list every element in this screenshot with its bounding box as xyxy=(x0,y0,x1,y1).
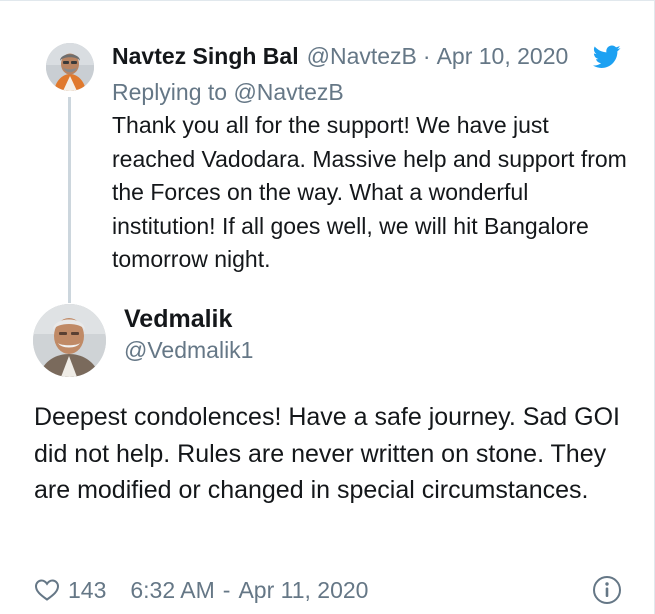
thread-connector-line xyxy=(68,97,71,303)
parent-tweet-text: Thank you all for the support! We have j… xyxy=(112,112,627,272)
user-avatar-photo xyxy=(33,304,106,377)
replying-to-label[interactable]: Replying to @NavtezB xyxy=(112,77,632,107)
main-avatar[interactable] xyxy=(33,304,106,377)
parent-tweet-header: Navtez Singh Bal @NavtezB · Apr 10, 2020 xyxy=(112,41,632,71)
timestamp-separator: - xyxy=(222,576,231,603)
main-tweet-text: Deepest condolences! Have a safe journey… xyxy=(34,403,620,504)
main-display-name[interactable]: Vedmalik xyxy=(124,303,253,335)
parent-tweet-body: Navtez Singh Bal @NavtezB · Apr 10, 2020… xyxy=(112,41,632,277)
header-separator: · xyxy=(422,43,431,69)
info-circle-icon[interactable] xyxy=(592,575,622,605)
parent-handle[interactable]: @NavtezB xyxy=(307,41,417,71)
like-count[interactable]: 143 xyxy=(68,577,106,604)
tweet-card: Navtez Singh Bal @NavtezB · Apr 10, 2020… xyxy=(0,0,655,614)
parent-date[interactable]: Apr 10, 2020 xyxy=(437,41,569,71)
timestamp-time[interactable]: 6:32 AM xyxy=(130,577,214,604)
main-user-info: Vedmalik @Vedmalik1 xyxy=(124,303,253,365)
user-avatar-photo xyxy=(46,43,94,91)
parent-avatar[interactable] xyxy=(46,43,94,91)
main-handle[interactable]: @Vedmalik1 xyxy=(124,335,253,365)
timestamp-date[interactable]: Apr 11, 2020 xyxy=(238,577,368,604)
parent-tweet[interactable]: Navtez Singh Bal @NavtezB · Apr 10, 2020… xyxy=(0,1,655,303)
parent-display-name[interactable]: Navtez Singh Bal xyxy=(112,41,299,71)
tweet-footer: 143 6:32 AM - Apr 11, 2020 xyxy=(34,572,624,608)
heart-outline-icon[interactable] xyxy=(34,578,60,602)
twitter-bird-icon[interactable] xyxy=(593,45,621,69)
